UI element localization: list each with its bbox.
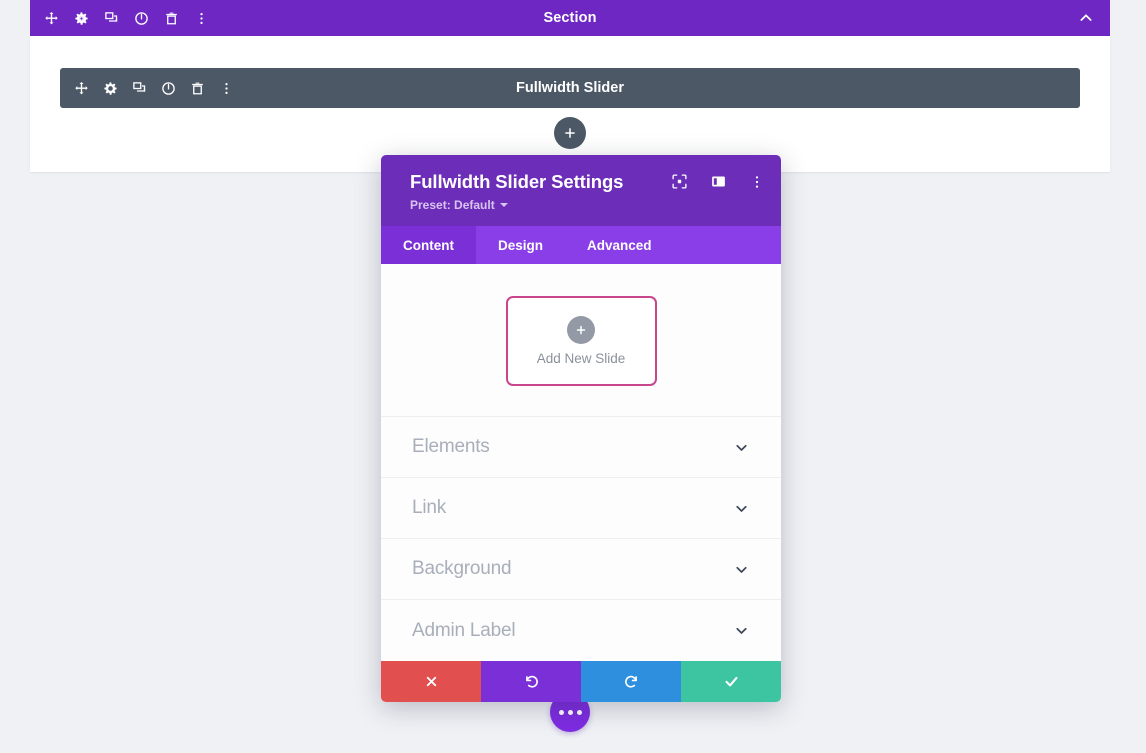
modal-header: Fullwidth Slider Settings Preset: Defaul… — [381, 155, 781, 226]
chevron-down-icon — [733, 622, 750, 639]
more-vertical-icon[interactable] — [219, 81, 234, 96]
slides-area: Add New Slide — [381, 264, 781, 417]
plus-icon — [563, 126, 577, 140]
move-icon[interactable] — [74, 81, 89, 96]
three-dots-icon — [567, 709, 573, 715]
undo-arrow-icon — [523, 673, 540, 690]
accordion-elements[interactable]: Elements — [381, 417, 781, 478]
three-dots-icon — [558, 709, 564, 715]
chevron-down-icon — [733, 439, 750, 456]
module-bar: Fullwidth Slider — [60, 68, 1080, 108]
section-toolbar — [30, 11, 209, 26]
plus-icon — [567, 316, 595, 344]
modal-footer — [381, 661, 781, 702]
accordion-link[interactable]: Link — [381, 478, 781, 539]
preset-label: Preset: Default — [410, 198, 495, 212]
module-settings-modal: Fullwidth Slider Settings Preset: Defaul… — [381, 155, 781, 702]
gear-icon[interactable] — [103, 81, 118, 96]
accordion-label: Elements — [412, 436, 490, 457]
power-icon[interactable] — [161, 81, 176, 96]
save-button[interactable] — [681, 661, 781, 702]
accordion-label: Admin Label — [412, 619, 516, 641]
chevron-up-icon[interactable] — [1078, 10, 1094, 26]
add-module-button[interactable] — [554, 117, 586, 149]
redo-button[interactable] — [581, 661, 681, 702]
three-dots-icon — [576, 709, 582, 715]
close-x-icon — [424, 674, 439, 689]
caret-down-icon — [499, 203, 508, 207]
accordion-label: Background — [412, 558, 512, 579]
modal-body: Add New Slide Elements Link Background A… — [381, 264, 781, 661]
module-toolbar — [60, 81, 234, 96]
more-vertical-icon[interactable] — [194, 11, 209, 26]
redo-arrow-icon — [623, 673, 640, 690]
accordion-admin-label[interactable]: Admin Label — [381, 600, 781, 661]
tab-design[interactable]: Design — [476, 226, 565, 264]
section-bar: Section — [30, 0, 1110, 36]
accordion-label: Link — [412, 497, 447, 518]
chevron-down-icon — [733, 561, 750, 578]
power-icon[interactable] — [134, 11, 149, 26]
move-icon[interactable] — [44, 11, 59, 26]
trash-icon[interactable] — [164, 11, 179, 26]
preset-selector[interactable]: Preset: Default — [410, 198, 508, 212]
tab-content[interactable]: Content — [381, 226, 476, 264]
checkmark-icon — [723, 673, 740, 690]
duplicate-icon[interactable] — [132, 81, 147, 96]
undo-button[interactable] — [481, 661, 581, 702]
gear-icon[interactable] — [74, 11, 89, 26]
trash-icon[interactable] — [190, 81, 205, 96]
tab-advanced[interactable]: Advanced — [565, 226, 674, 264]
accordion-background[interactable]: Background — [381, 539, 781, 600]
chevron-down-icon — [733, 500, 750, 517]
add-new-slide-label: Add New Slide — [536, 351, 626, 366]
add-new-slide-button[interactable]: Add New Slide — [505, 296, 657, 386]
builder-stage: Section Fullwidth Slider Fullwidth Slide… — [0, 0, 1146, 753]
modal-header-icons — [671, 173, 765, 190]
duplicate-icon[interactable] — [104, 11, 119, 26]
more-vertical-icon[interactable] — [749, 174, 765, 190]
focus-target-icon[interactable] — [671, 173, 688, 190]
cancel-button[interactable] — [381, 661, 481, 702]
modal-tabs: Content Design Advanced — [381, 226, 781, 264]
panel-layout-icon[interactable] — [710, 173, 727, 190]
